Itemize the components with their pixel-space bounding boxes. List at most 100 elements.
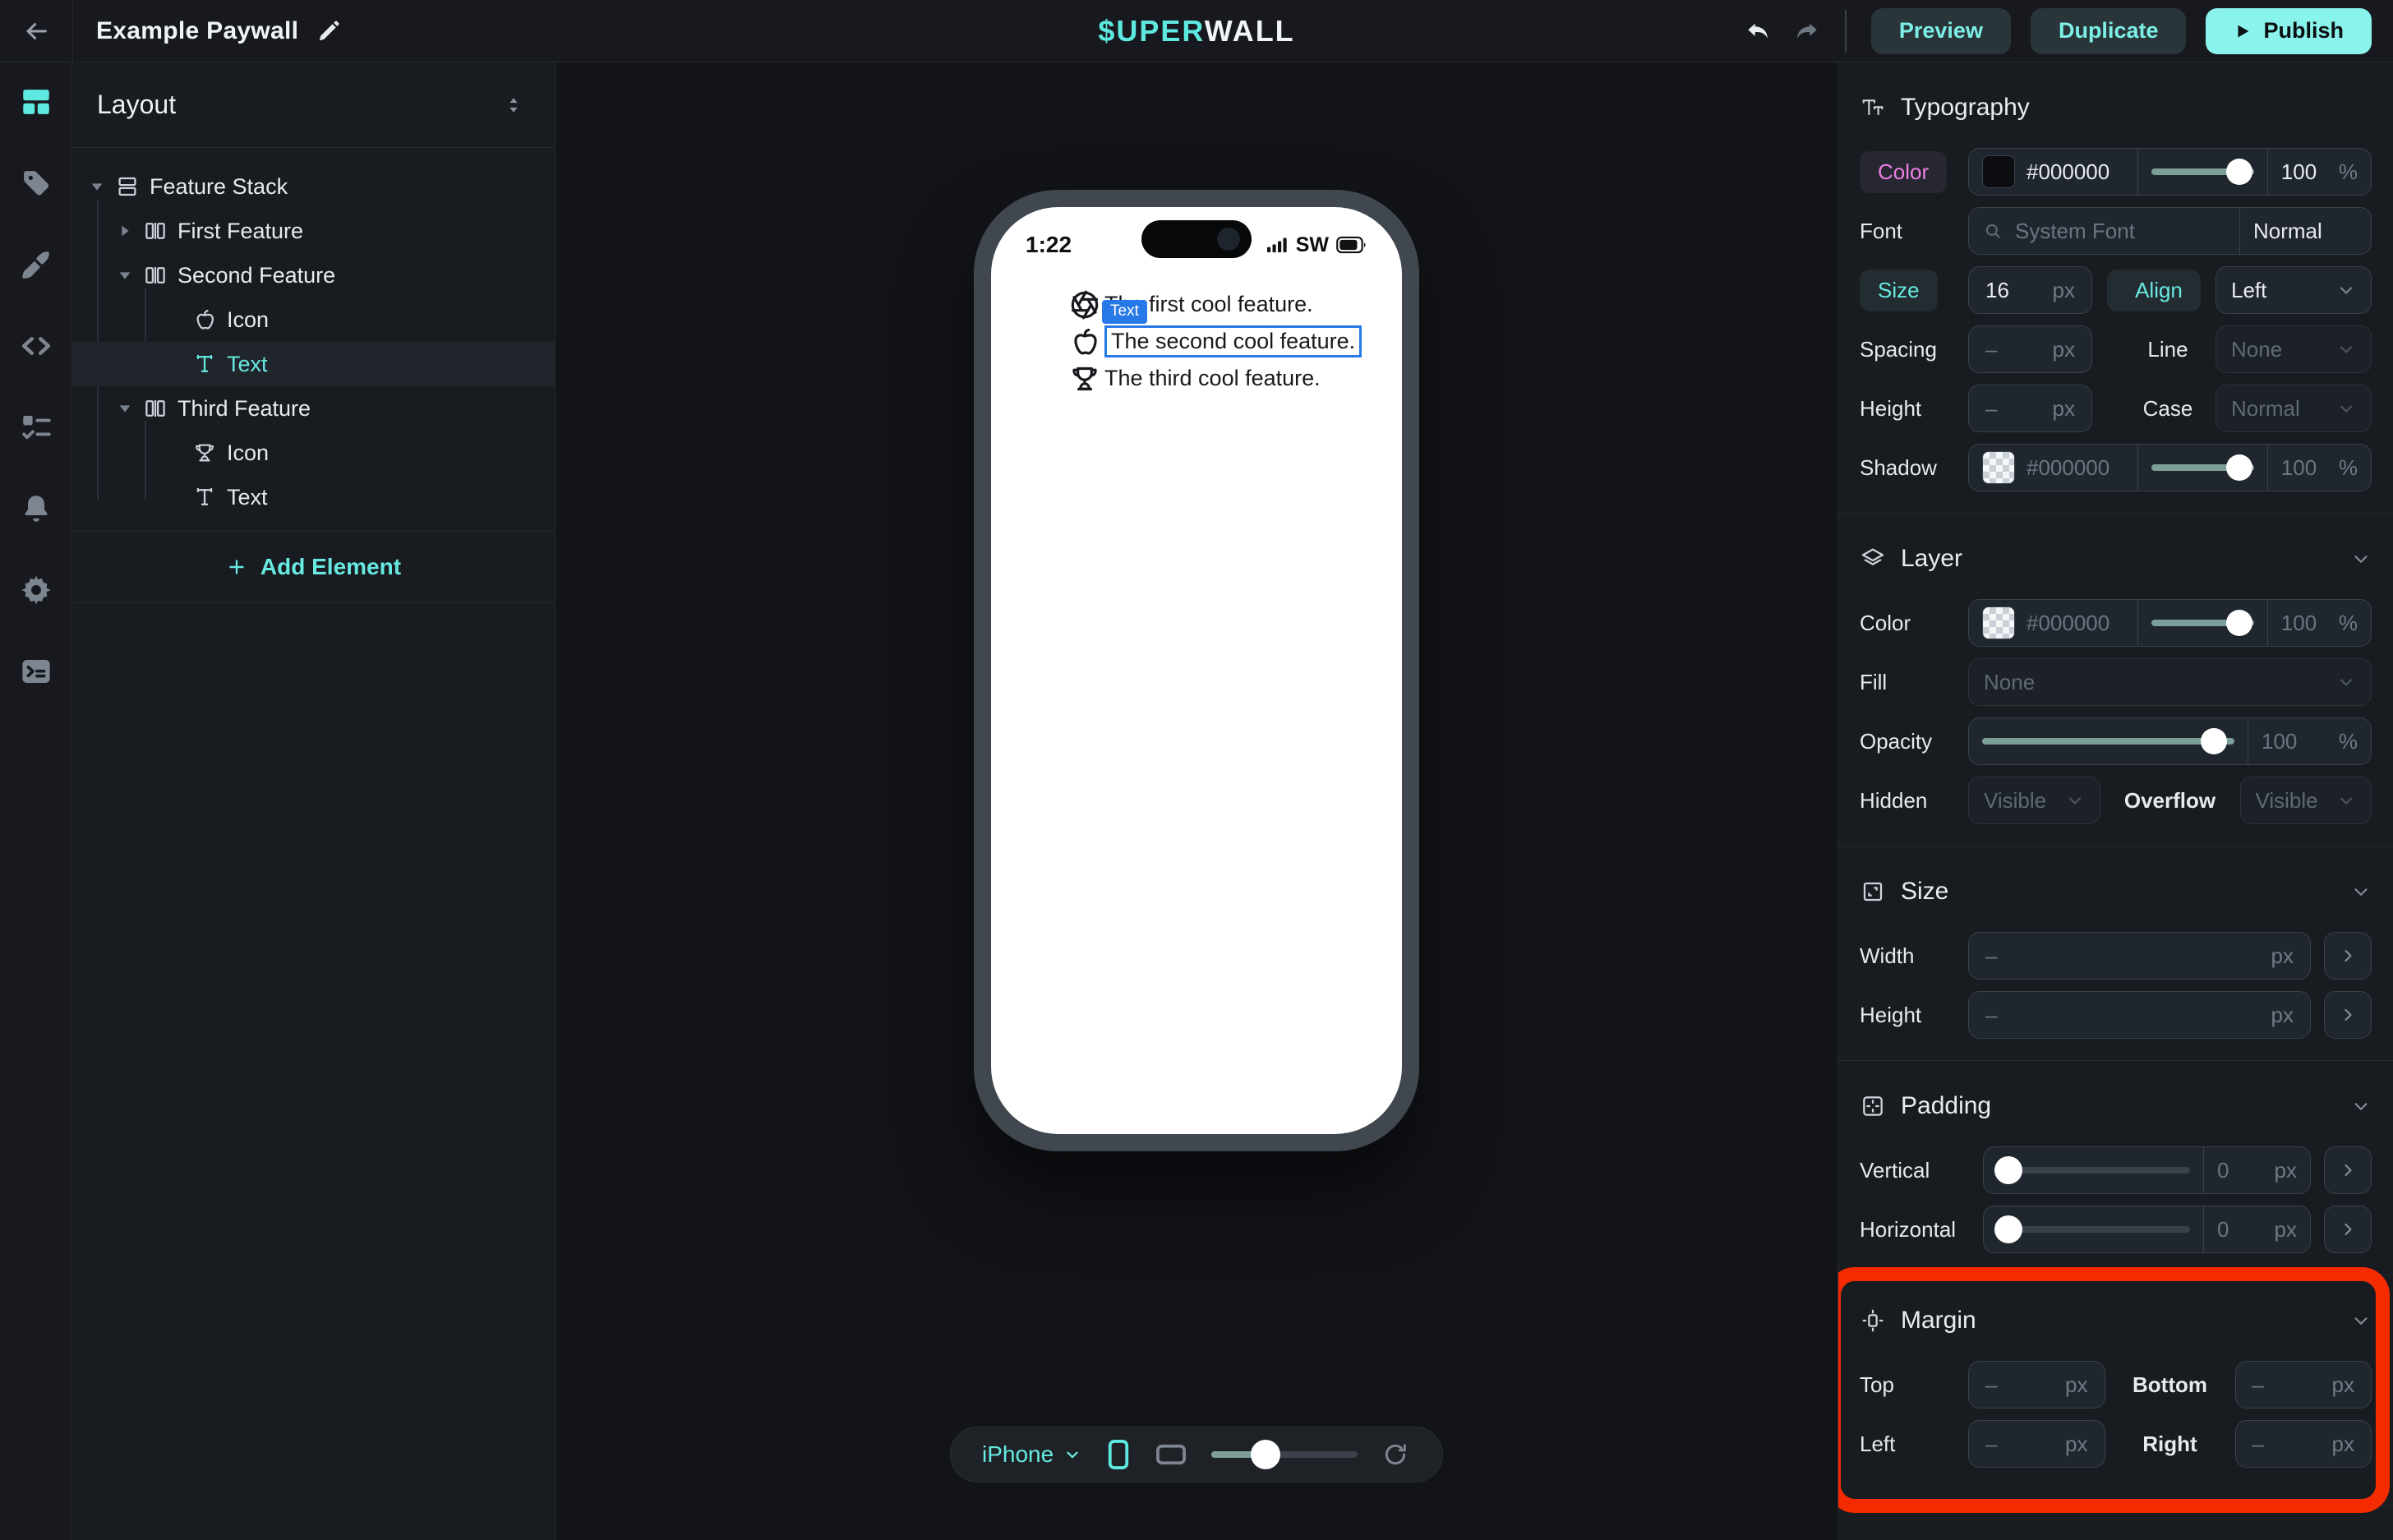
horizontal-padding-slider[interactable] <box>1984 1206 2203 1252</box>
color-hex-value[interactable]: #000000 <box>2026 159 2109 185</box>
opacity-value[interactable]: 100 <box>2281 159 2317 185</box>
layer-color-hex[interactable]: #000000 <box>2026 611 2109 636</box>
tree-item-feature-stack[interactable]: Feature Stack <box>72 164 555 209</box>
case-select[interactable]: Normal <box>2215 385 2372 432</box>
shadow-hex-field[interactable]: #000000 <box>1969 445 2137 491</box>
tree-item-third-feature[interactable]: Third Feature <box>72 386 555 431</box>
overflow-select[interactable]: Visible <box>2240 777 2372 824</box>
layer-color-hex-field[interactable]: #000000 <box>1969 600 2137 646</box>
size-chip[interactable]: Size <box>1860 270 1938 311</box>
layer-color-swatch[interactable] <box>1982 606 2015 639</box>
margin-value[interactable]: – <box>2252 1432 2264 1457</box>
canvas[interactable]: 1:22 SW The first cool feature. Text <box>556 62 1837 1540</box>
spacing-value[interactable]: – <box>1985 337 1997 362</box>
chevron-down-icon[interactable] <box>2350 1310 2372 1331</box>
font-search-field[interactable]: System Font <box>1969 208 2239 254</box>
margin-top-input[interactable]: – px <box>1968 1361 2105 1409</box>
width-options-button[interactable] <box>2324 932 2372 980</box>
feature-text[interactable]: The third cool feature. <box>1104 366 1321 391</box>
line-select[interactable]: None <box>2215 325 2372 373</box>
color-swatch[interactable] <box>1982 155 2015 188</box>
slider-knob[interactable] <box>2226 159 2252 185</box>
height-options-button[interactable] <box>2324 991 2372 1039</box>
rail-item-settings[interactable] <box>18 572 54 608</box>
padding-value[interactable]: 0 <box>2217 1158 2229 1183</box>
color-opacity-field[interactable]: 100 % <box>2267 149 2371 195</box>
tree-item-text-selected[interactable]: Text <box>72 342 555 386</box>
paywall-screen[interactable]: 1:22 SW The first cool feature. Text <box>991 207 1402 1134</box>
color-hex-field[interactable]: #000000 <box>1969 149 2137 195</box>
rail-item-checklist[interactable] <box>18 409 54 445</box>
publish-button[interactable]: Publish <box>2206 8 2372 54</box>
selected-text-element[interactable]: Text The second cool feature. <box>1104 325 1362 357</box>
font-weight-select[interactable]: Normal <box>2239 208 2371 254</box>
horizontal-padding-field[interactable]: 0 px <box>2203 1206 2310 1252</box>
line-height-input[interactable]: – px <box>1968 385 2092 432</box>
tree-item-icon[interactable]: Icon <box>72 431 555 475</box>
sort-icon[interactable] <box>502 94 525 117</box>
height-value[interactable]: – <box>1985 396 1997 422</box>
device-select[interactable]: iPhone <box>982 1441 1081 1468</box>
expand-arrow-icon[interactable] <box>112 266 138 284</box>
shadow-hex-value[interactable]: #000000 <box>2026 455 2109 481</box>
font-size-input[interactable]: 16 px <box>1968 266 2092 314</box>
rail-item-notifications[interactable] <box>18 491 54 527</box>
slider-knob[interactable] <box>2226 610 2252 636</box>
shadow-swatch[interactable] <box>1982 451 2015 484</box>
margin-value[interactable]: – <box>1985 1372 1997 1398</box>
typography-color-chip[interactable]: Color <box>1860 151 1947 193</box>
rail-item-theme[interactable] <box>18 247 54 283</box>
expand-arrow-icon[interactable] <box>112 399 138 417</box>
align-chip[interactable]: Align <box>2107 270 2201 311</box>
tree-item-second-feature[interactable]: Second Feature <box>72 253 555 297</box>
vertical-padding-field[interactable]: 0 px <box>2203 1147 2310 1193</box>
feature-row-3[interactable]: The third cool feature. <box>1067 360 1402 397</box>
shadow-opacity-field[interactable]: 100 % <box>2267 445 2371 491</box>
slider-knob[interactable] <box>2226 454 2252 481</box>
opacity-field[interactable]: 100 % <box>2248 718 2371 764</box>
rail-item-layout[interactable] <box>18 84 54 120</box>
refresh-button[interactable] <box>1382 1441 1409 1468</box>
duplicate-button[interactable]: Duplicate <box>2031 8 2187 54</box>
vertical-padding-options-button[interactable] <box>2324 1146 2372 1194</box>
margin-value[interactable]: – <box>2252 1372 2264 1398</box>
layer-color-opacity-slider[interactable] <box>2137 600 2267 646</box>
vertical-padding-slider[interactable] <box>1984 1147 2203 1193</box>
height-input[interactable]: – px <box>1968 991 2311 1039</box>
font-size-value[interactable]: 16 <box>1985 278 2009 303</box>
add-element-button[interactable]: Add Element <box>72 531 555 603</box>
slider-knob[interactable] <box>1994 1215 2022 1243</box>
slider-knob[interactable] <box>1994 1156 2022 1184</box>
hidden-select[interactable]: Visible <box>1968 777 2100 824</box>
color-opacity-slider[interactable] <box>2137 149 2267 195</box>
tree-item-text[interactable]: Text <box>72 475 555 519</box>
slider-knob[interactable] <box>2201 728 2227 754</box>
margin-left-input[interactable]: – px <box>1968 1420 2105 1468</box>
landscape-orientation-button[interactable] <box>1155 1442 1187 1467</box>
portrait-orientation-button[interactable] <box>1106 1439 1131 1470</box>
opacity-value[interactable]: 100 <box>2281 611 2317 636</box>
margin-value[interactable]: – <box>1985 1432 1997 1457</box>
layer-color-opacity-field[interactable]: 100 % <box>2267 600 2371 646</box>
chevron-down-icon[interactable] <box>2350 548 2372 569</box>
expand-arrow-icon[interactable] <box>84 178 110 196</box>
feature-text[interactable]: The second cool feature. <box>1104 325 1362 357</box>
chevron-down-icon[interactable] <box>2350 1095 2372 1117</box>
letter-spacing-input[interactable]: – px <box>1968 325 2092 373</box>
tree-item-first-feature[interactable]: First Feature <box>72 209 555 253</box>
opacity-slider[interactable] <box>1969 718 2248 764</box>
width-value[interactable]: – <box>1985 943 1997 969</box>
opacity-value[interactable]: 100 <box>2262 729 2297 754</box>
opacity-value[interactable]: 100 <box>2281 455 2317 481</box>
back-button[interactable] <box>0 0 72 62</box>
redo-button[interactable] <box>1792 17 1820 45</box>
rail-item-console[interactable] <box>18 653 54 689</box>
shadow-opacity-slider[interactable] <box>2137 445 2267 491</box>
zoom-slider[interactable] <box>1211 1451 1358 1458</box>
tree-item-icon[interactable]: Icon <box>72 297 555 342</box>
feature-row-2[interactable]: Text The second cool feature. <box>1067 323 1402 360</box>
margin-bottom-input[interactable]: – px <box>2235 1361 2372 1409</box>
rail-item-products[interactable] <box>18 165 54 201</box>
chevron-down-icon[interactable] <box>2350 881 2372 902</box>
horizontal-padding-options-button[interactable] <box>2324 1206 2372 1253</box>
